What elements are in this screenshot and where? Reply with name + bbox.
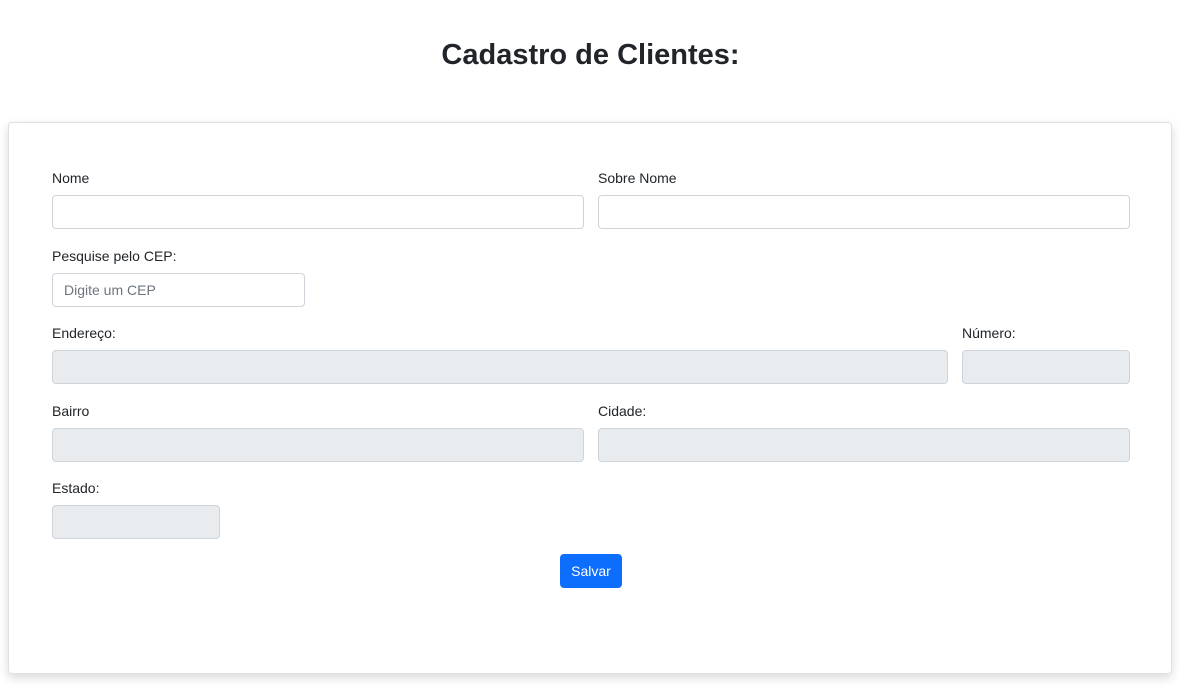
save-button[interactable]: Salvar xyxy=(560,554,622,588)
numero-label: Número: xyxy=(962,325,1016,341)
bairro-input[interactable] xyxy=(52,428,584,462)
page-title: Cadastro de Clientes: xyxy=(441,39,740,71)
sobre-nome-input[interactable] xyxy=(598,195,1130,229)
nome-input[interactable] xyxy=(52,195,584,229)
estado-label: Estado: xyxy=(52,480,100,496)
endereco-input[interactable] xyxy=(52,350,948,384)
endereco-label: Endereço: xyxy=(52,325,116,341)
cep-search-input[interactable] xyxy=(52,273,305,307)
sobre-nome-label: Sobre Nome xyxy=(598,170,677,186)
nome-label: Nome xyxy=(52,170,90,186)
cidade-input[interactable] xyxy=(598,428,1130,462)
cep-label: Pesquise pelo CEP: xyxy=(52,248,177,264)
estado-input[interactable] xyxy=(52,505,220,539)
cidade-label: Cidade: xyxy=(598,403,647,419)
numero-input[interactable] xyxy=(962,350,1130,384)
client-form-card: Nome Sobre Nome Pesquise pelo CEP: Ender… xyxy=(8,122,1172,674)
bairro-label: Bairro xyxy=(52,403,90,419)
